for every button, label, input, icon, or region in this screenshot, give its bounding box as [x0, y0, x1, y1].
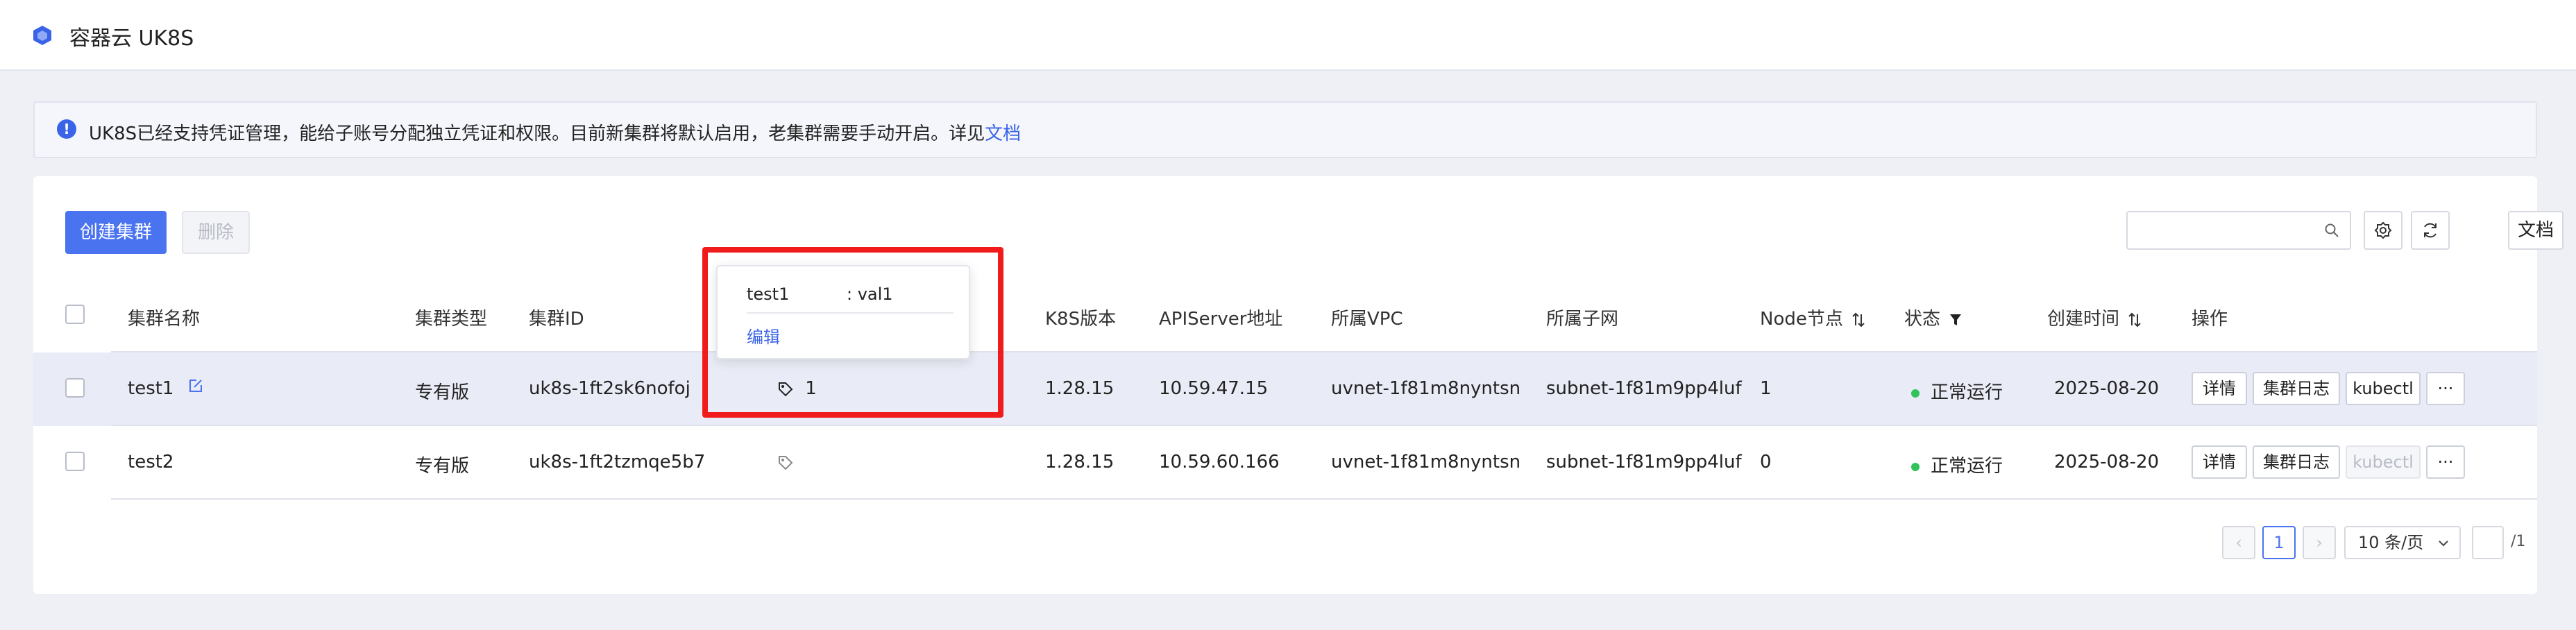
k8s-version: 1.28.15	[1045, 452, 1115, 472]
page-jump-input[interactable]	[2472, 526, 2504, 559]
row-checkbox[interactable]	[65, 452, 85, 471]
col-cluster-type: 集群类型	[415, 309, 488, 330]
gear-icon	[2374, 221, 2392, 239]
cluster-id: uk8s-1ft2sk6nofoj	[529, 378, 690, 399]
page-size-label: 10 条/页	[2358, 533, 2424, 552]
col-apiserver: APIServer地址	[1159, 309, 1283, 330]
prev-page-button[interactable]: ‹	[2222, 526, 2255, 559]
notice-doc-link[interactable]: 文档	[985, 124, 1021, 144]
col-created-time[interactable]: 创建时间	[2047, 305, 2142, 330]
tag-popover: test1 : val1 编辑	[716, 265, 970, 359]
create-cluster-button[interactable]: 创建集群	[65, 211, 167, 254]
info-icon: !	[57, 119, 76, 139]
row-checkbox[interactable]	[65, 378, 85, 398]
select-all-checkbox[interactable]	[65, 305, 85, 324]
page-total: /1	[2511, 533, 2526, 550]
more-actions-button[interactable]: ···	[2426, 372, 2465, 405]
status-text: 正常运行	[1931, 456, 2003, 477]
kubectl-button[interactable]: kubectl	[2346, 372, 2421, 405]
row-divider	[111, 498, 2537, 500]
tag-icon[interactable]	[777, 454, 794, 471]
page-title: 容器云 UK8S	[69, 26, 194, 51]
status-dot-icon	[1911, 462, 1920, 471]
node-count: 1	[1760, 378, 1772, 399]
sort-icon[interactable]	[1852, 312, 1865, 328]
col-status-label: 状态	[1904, 309, 1941, 330]
col-node-count-label: Node节点	[1760, 309, 1843, 330]
vpc-id: uvnet-1f81m8nyntsn	[1331, 378, 1521, 399]
tag-cell[interactable]: 1	[777, 378, 817, 399]
tag-value: : val1	[847, 284, 893, 304]
notice-text: UK8S已经支持凭证管理，能给子账号分配独立凭证和权限。目前新集群将默认启用，老…	[89, 124, 985, 144]
refresh-button[interactable]	[2411, 211, 2450, 250]
apiserver-address: 10.59.47.15	[1159, 378, 1269, 399]
col-status[interactable]: 状态	[1904, 305, 1963, 330]
page-size-select[interactable]: 10 条/页	[2344, 526, 2461, 559]
top-bar: 容器云 UK8S	[0, 0, 2576, 71]
notice-banner: ! UK8S已经支持凭证管理，能给子账号分配独立凭证和权限。目前新集群将默认启用…	[33, 101, 2537, 158]
status-cell: 正常运行	[1911, 378, 2003, 404]
cluster-name[interactable]: test2	[128, 452, 173, 472]
status-dot-icon	[1911, 389, 1920, 398]
tag-cell[interactable]	[777, 452, 794, 472]
node-count: 0	[1760, 452, 1772, 472]
table-row[interactable]: test1 专有版 uk8s-1ft2sk6nofoj 1 1.28.15 10…	[33, 352, 2537, 426]
table-row[interactable]: test2 专有版 uk8s-1ft2tzmqe5b7 1.28.15 10.5…	[33, 426, 2537, 500]
cluster-type: 专有版	[415, 456, 470, 477]
cluster-id: uk8s-1ft2tzmqe5b7	[529, 452, 706, 472]
subnet-id: subnet-1f81m9pp4luf	[1546, 378, 1742, 399]
detail-button[interactable]: 详情	[2192, 372, 2247, 405]
cluster-name[interactable]: test1	[128, 378, 173, 399]
col-k8s-version: K8S版本	[1045, 309, 1117, 330]
edit-name-icon[interactable]	[188, 378, 203, 393]
sort-icon[interactable]	[2128, 312, 2142, 328]
search-icon[interactable]	[2323, 222, 2340, 239]
tag-count: 1	[805, 378, 817, 399]
delete-button[interactable]: 删除	[182, 211, 250, 254]
status-text: 正常运行	[1931, 382, 2003, 403]
status-cell: 正常运行	[1911, 452, 2003, 477]
search-box[interactable]	[2126, 211, 2351, 250]
tag-icon[interactable]	[777, 381, 794, 398]
col-cluster-id: 集群ID	[529, 309, 584, 330]
vpc-id: uvnet-1f81m8nyntsn	[1331, 452, 1521, 472]
next-page-button[interactable]: ›	[2303, 526, 2336, 559]
notice-message: UK8S已经支持凭证管理，能给子账号分配独立凭证和权限。目前新集群将默认启用，老…	[89, 119, 1021, 145]
filter-icon[interactable]	[1949, 312, 1963, 327]
cluster-logs-button[interactable]: 集群日志	[2253, 372, 2340, 405]
chevron-down-icon	[2439, 540, 2448, 547]
col-node-count[interactable]: Node节点	[1760, 305, 1865, 330]
created-time: 2025-08-20	[2054, 378, 2160, 399]
created-time: 2025-08-20	[2054, 452, 2160, 472]
cluster-type: 专有版	[415, 382, 470, 403]
col-actions: 操作	[2192, 309, 2228, 330]
subnet-id: subnet-1f81m9pp4luf	[1546, 452, 1742, 472]
k8s-version: 1.28.15	[1045, 378, 1115, 399]
uk8s-logo-icon	[33, 26, 51, 45]
cluster-name-cell: test1	[128, 378, 203, 399]
page-1-button[interactable]: 1	[2262, 526, 2296, 559]
cluster-logs-button[interactable]: 集群日志	[2253, 445, 2340, 479]
refresh-icon	[2424, 223, 2437, 238]
col-cluster-name: 集群名称	[128, 309, 201, 330]
tag-key: test1	[747, 284, 790, 304]
apiserver-address: 10.59.60.166	[1159, 452, 1280, 472]
doc-button[interactable]: 文档	[2508, 211, 2564, 250]
col-created-time-label: 创建时间	[2047, 309, 2120, 330]
settings-button[interactable]	[2364, 211, 2403, 250]
detail-button[interactable]: 详情	[2192, 445, 2247, 479]
kubectl-button[interactable]: kubectl	[2346, 445, 2421, 479]
table-header: 集群名称 集群类型 集群ID K8S版本 APIServer地址 所属VPC 所…	[33, 279, 2537, 352]
search-input[interactable]	[2135, 218, 2318, 244]
more-actions-button[interactable]: ···	[2426, 445, 2465, 479]
col-vpc: 所属VPC	[1331, 309, 1403, 330]
edit-tag-link[interactable]: 编辑	[747, 323, 780, 348]
popover-divider	[747, 312, 954, 314]
col-subnet: 所属子网	[1546, 309, 1619, 330]
cluster-panel: 创建集群 删除 文档 集群名称 集群类型 集群ID K8S版本 APIServe…	[33, 176, 2564, 594]
